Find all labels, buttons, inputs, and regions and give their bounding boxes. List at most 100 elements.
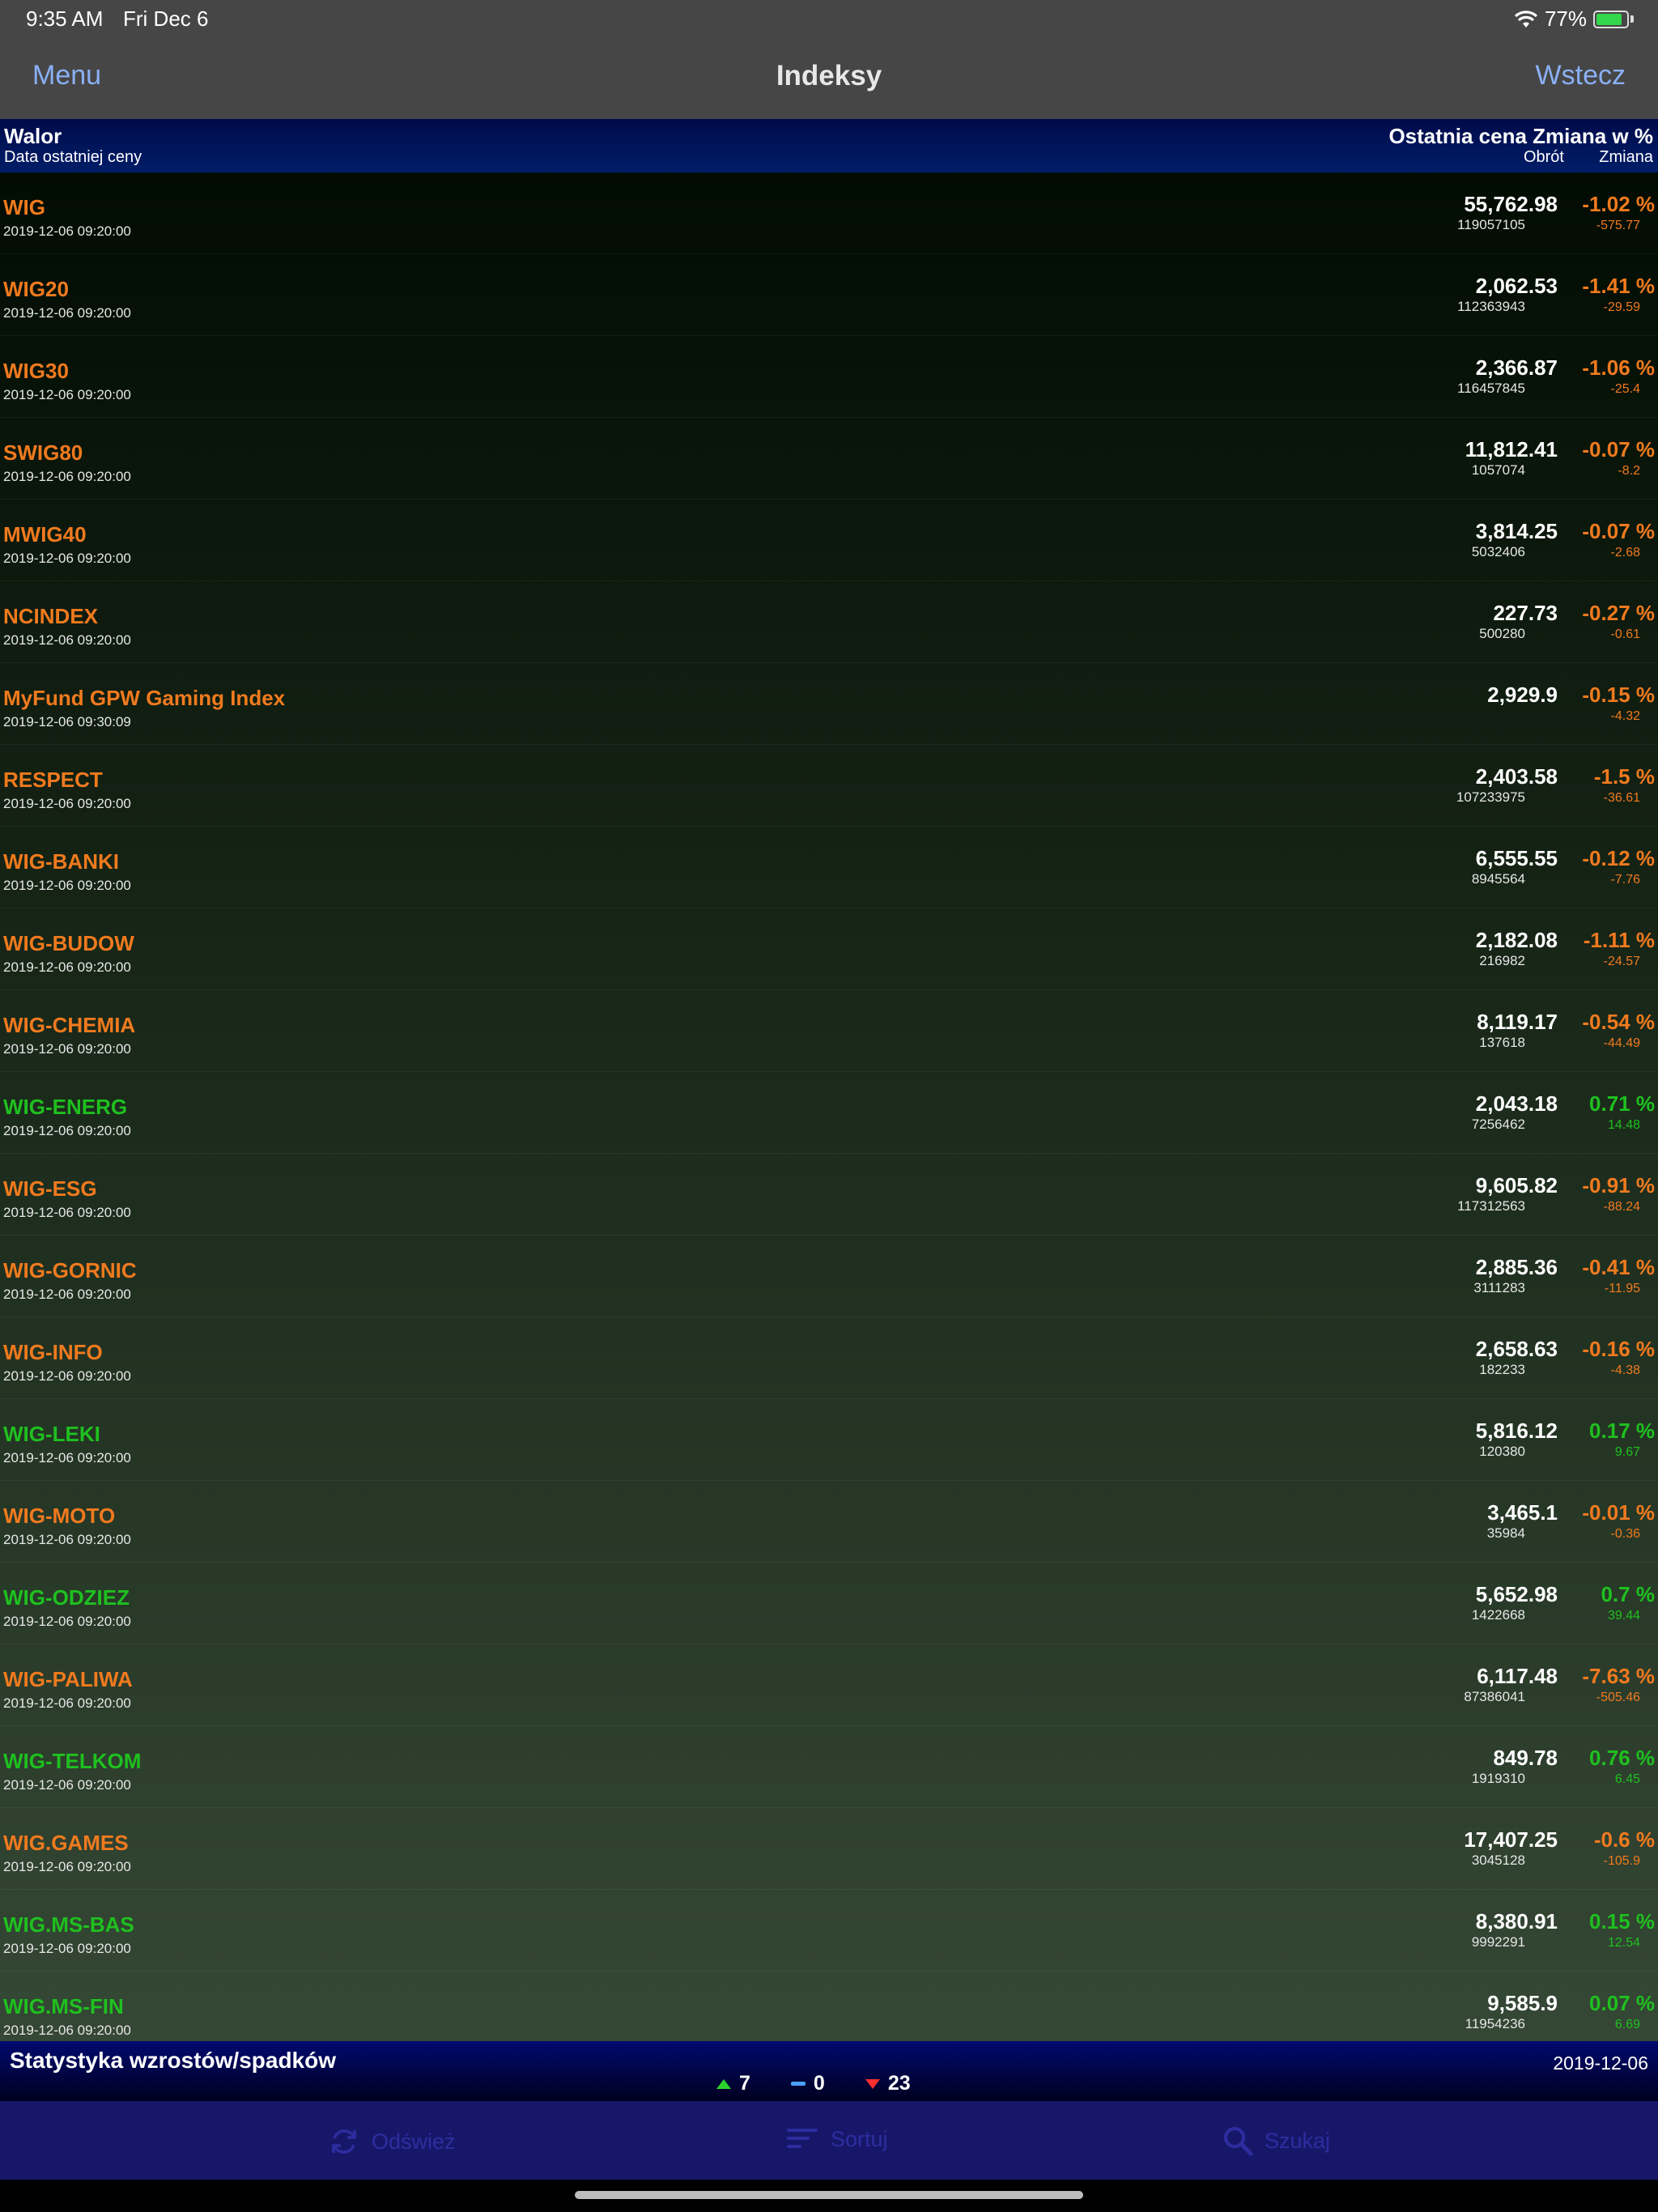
- list-item[interactable]: WIG-ESG 2019-12-06 09:20:00 9,605.82 117312…: [0, 1154, 1658, 1236]
- index-name: WIG-GORNIC: [3, 1258, 137, 1283]
- last-price: 9,585.9: [1487, 1991, 1558, 2015]
- last-price-date: 2019-12-06 09:20:00: [3, 223, 131, 239]
- list-item[interactable]: WIG-BUDOW 2019-12-06 09:20:00 2,182.08 2169…: [0, 908, 1658, 990]
- list-item[interactable]: WIG-LEKI 2019-12-06 09:20:00 5,816.12 12038…: [0, 1399, 1658, 1481]
- last-price-date: 2019-12-06 09:20:00: [3, 1614, 131, 1629]
- change-value: -36.61: [1603, 791, 1640, 805]
- list-item[interactable]: WIG-ENERG 2019-12-06 09:20:00 2,043.18 7256…: [0, 1072, 1658, 1154]
- index-list[interactable]: WIG 2019-12-06 09:20:00 55,762.98 119057105…: [0, 172, 1658, 2053]
- last-price: 6,555.55: [1475, 846, 1558, 870]
- change-value: -29.59: [1603, 300, 1640, 314]
- list-item[interactable]: MWIG40 2019-12-06 09:20:00 3,814.25 5032406…: [0, 500, 1658, 581]
- list-item[interactable]: WIG.MS-BAS 2019-12-06 09:20:00 8,380.91 999…: [0, 1890, 1658, 1972]
- index-name: WIG-ENERG: [3, 1095, 128, 1119]
- list-item[interactable]: WIG 2019-12-06 09:20:00 55,762.98 119057105…: [0, 172, 1658, 254]
- list-item[interactable]: WIG-INFO 2019-12-06 09:20:00 2,658.63 18223…: [0, 1317, 1658, 1399]
- turnover: 216982: [1479, 953, 1525, 968]
- refresh-button[interactable]: Odśwież: [328, 2125, 456, 2158]
- search-button[interactable]: Szukaj: [1222, 2125, 1330, 2156]
- change-value: -4.32: [1610, 709, 1640, 723]
- list-item[interactable]: RESPECT 2019-12-06 09:20:00 2,403.58 107233…: [0, 745, 1658, 827]
- list-item[interactable]: WIG30 2019-12-06 09:20:00 2,366.87 11645784…: [0, 336, 1658, 418]
- list-item[interactable]: WIG-ODZIEZ 2019-12-06 09:20:00 5,652.98 142…: [0, 1563, 1658, 1644]
- index-name: WIG-BANKI: [3, 849, 119, 874]
- list-item[interactable]: WIG-BANKI 2019-12-06 09:20:00 6,555.55 8945…: [0, 827, 1658, 908]
- battery-percent: 77%: [1544, 6, 1587, 31]
- list-item[interactable]: WIG-TELKOM 2019-12-06 09:20:00 849.78 19193…: [0, 1726, 1658, 1808]
- down-count: 23: [865, 2072, 911, 2095]
- list-item[interactable]: WIG20 2019-12-06 09:20:00 2,062.53 11236394…: [0, 254, 1658, 336]
- change-percent: 0.76 %: [1589, 1746, 1655, 1770]
- change-value: -44.49: [1603, 1036, 1640, 1050]
- turnover: 3045128: [1471, 1853, 1525, 1868]
- list-item[interactable]: WIG-PALIWA 2019-12-06 09:20:00 6,117.48 873…: [0, 1644, 1658, 1726]
- list-item[interactable]: NCINDEX 2019-12-06 09:20:00 227.73 500280 -0…: [0, 581, 1658, 663]
- change-percent: -7.63 %: [1582, 1664, 1655, 1688]
- list-item[interactable]: WIG-GORNIC 2019-12-06 09:20:00 2,885.36 311…: [0, 1236, 1658, 1317]
- last-price-date: 2019-12-06 09:20:00: [3, 1450, 131, 1465]
- turnover: 117312563: [1457, 1198, 1525, 1214]
- index-name: WIG.GAMES: [3, 1831, 129, 1855]
- change-percent: -0.12 %: [1582, 846, 1655, 870]
- change-percent: -0.54 %: [1582, 1010, 1655, 1034]
- list-item[interactable]: WIG-MOTO 2019-12-06 09:20:00 3,465.1 35984 -…: [0, 1481, 1658, 1563]
- list-item[interactable]: SWIG80 2019-12-06 09:20:00 11,812.41 105707…: [0, 418, 1658, 500]
- stats-label: Statystyka wzrostów/spadków: [10, 2048, 337, 2073]
- last-price-date: 2019-12-06 09:20:00: [3, 1205, 131, 1220]
- change-percent: 0.7 %: [1601, 1582, 1656, 1606]
- change-value: 12.54: [1607, 1936, 1640, 1950]
- list-item[interactable]: WIG-CHEMIA 2019-12-06 09:20:00 8,119.17 137…: [0, 990, 1658, 1072]
- last-price-date: 2019-12-06 09:20:00: [3, 1859, 131, 1874]
- change-value: -575.77: [1596, 219, 1640, 232]
- stats-counts: 7 0 23: [716, 2072, 911, 2095]
- change-value: -11.95: [1604, 1282, 1640, 1295]
- top-bar: 9:35 AM Fri Dec 6 77% Menu Indeksy Wstec…: [0, 0, 1658, 119]
- list-item[interactable]: WIG.GAMES 2019-12-06 09:20:00 17,407.25 304…: [0, 1808, 1658, 1890]
- change-percent: -0.07 %: [1582, 437, 1655, 462]
- index-name: WIG: [3, 195, 45, 219]
- arrow-down-icon: [865, 2078, 880, 2089]
- last-price: 849.78: [1493, 1746, 1558, 1770]
- last-price: 3,465.1: [1487, 1500, 1558, 1525]
- index-name: WIG-CHEMIA: [3, 1013, 136, 1037]
- home-indicator[interactable]: [575, 2191, 1083, 2199]
- index-name: RESPECT: [3, 768, 103, 792]
- last-price-date: 2019-12-06 09:20:00: [3, 1532, 131, 1547]
- turnover: 9992291: [1471, 1934, 1525, 1950]
- turnover: 7256462: [1471, 1117, 1525, 1132]
- up-count: 7: [716, 2072, 750, 2095]
- index-name: WIG20: [3, 277, 69, 301]
- last-price: 9,605.82: [1475, 1173, 1558, 1197]
- page-title: Indeksy: [776, 60, 882, 91]
- change-value: 9.67: [1614, 1445, 1640, 1459]
- turnover: 35984: [1486, 1525, 1525, 1541]
- turnover: 1919310: [1471, 1771, 1525, 1786]
- tab-bar: Odśwież Sortuj Szukaj: [0, 2101, 1658, 2180]
- sort-button[interactable]: Sortuj: [785, 2125, 888, 2153]
- last-price-date: 2019-12-06 09:20:00: [3, 1941, 131, 1956]
- change-value: -25.4: [1610, 382, 1640, 396]
- last-price: 2,062.53: [1475, 274, 1558, 298]
- index-name: WIG-BUDOW: [3, 931, 134, 955]
- column-price-change: Ostatnia cena Zmiana w %: [1388, 124, 1653, 148]
- back-button[interactable]: Wstecz: [1536, 60, 1626, 91]
- change-percent: -0.91 %: [1582, 1173, 1655, 1197]
- search-label: Szukaj: [1265, 2128, 1331, 2153]
- change-value: -0.36: [1610, 1527, 1640, 1541]
- list-item[interactable]: MyFund GPW Gaming Index 2019-12-06 09:30:…: [0, 663, 1658, 745]
- change-percent: 0.17 %: [1589, 1419, 1655, 1443]
- change-percent: -0.15 %: [1582, 683, 1655, 707]
- index-name: WIG-LEKI: [3, 1422, 100, 1446]
- turnover: 112363943: [1457, 299, 1525, 314]
- change-percent: -1.5 %: [1593, 764, 1655, 789]
- turnover: 119057105: [1457, 217, 1525, 232]
- refresh-icon: [332, 2129, 356, 2154]
- turnover: 107233975: [1456, 789, 1525, 805]
- down-count-value: 23: [887, 2072, 911, 2095]
- turnover: 11954236: [1465, 2016, 1525, 2031]
- column-turnover: Obrót: [1523, 148, 1564, 166]
- stats-bar: Statystyka wzrostów/spadków 7 0 23 2019-…: [0, 2041, 1658, 2101]
- last-price: 11,812.41: [1465, 437, 1558, 462]
- index-name: WIG.MS-BAS: [3, 1912, 134, 1937]
- last-price: 2,658.63: [1475, 1337, 1558, 1361]
